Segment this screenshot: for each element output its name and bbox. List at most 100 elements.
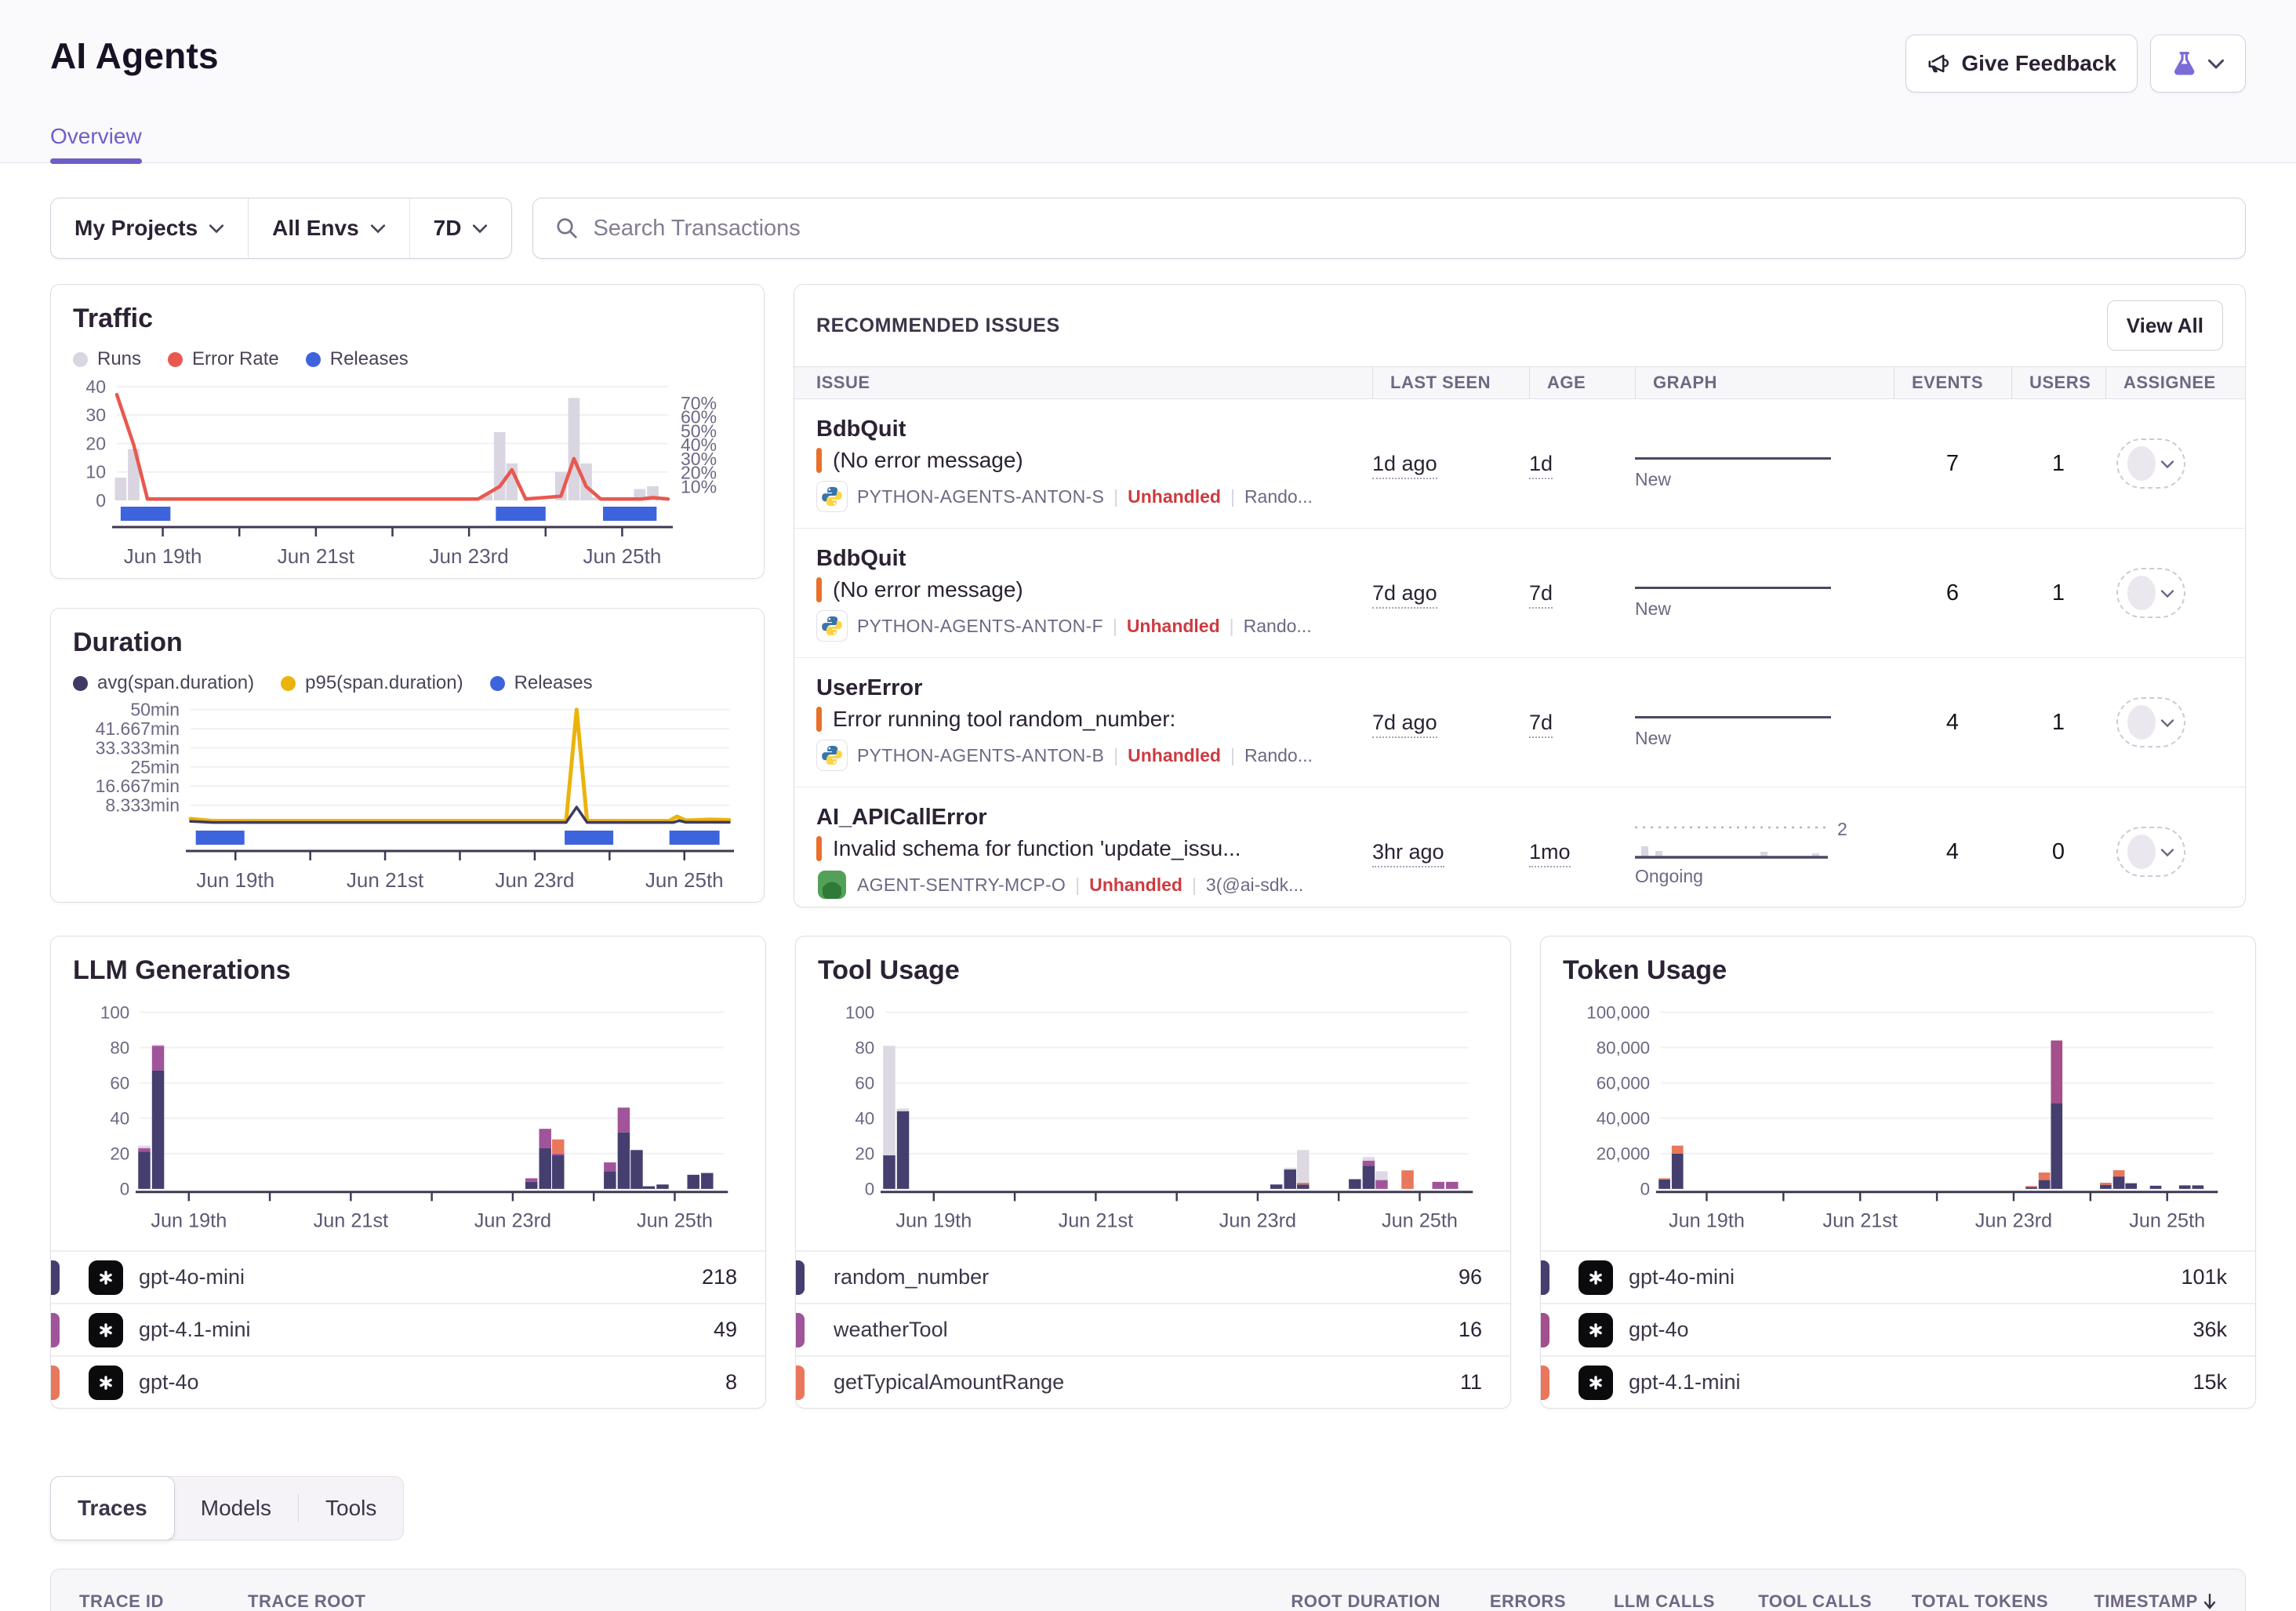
list-item[interactable]: gpt-4o8	[51, 1355, 765, 1408]
issue-level-bar	[816, 577, 822, 602]
sort-desc-icon[interactable]	[2203, 1593, 2217, 1610]
tab-tools[interactable]: Tools	[299, 1477, 403, 1540]
list-item-count: 8	[725, 1370, 737, 1395]
tab-models[interactable]: Models	[174, 1477, 298, 1540]
svg-text:25min: 25min	[130, 757, 180, 777]
svg-text:50min: 50min	[130, 700, 180, 720]
svg-text:40: 40	[855, 1109, 874, 1129]
svg-text:Jun 23rd: Jun 23rd	[474, 1209, 551, 1231]
list-item-name: getTypicalAmountRange	[834, 1370, 1064, 1395]
svg-text:8.333min: 8.333min	[105, 795, 180, 816]
issue-summary[interactable]: BdbQuit(No error message)PYTHON-AGENTS-A…	[816, 415, 1372, 512]
openai-icon	[89, 1366, 123, 1400]
svg-text:80,000: 80,000	[1597, 1038, 1650, 1057]
svg-text:20: 20	[85, 433, 106, 453]
duration-title: Duration	[73, 627, 742, 658]
issue-age[interactable]: 1mo	[1529, 840, 1571, 867]
search-transactions-bar[interactable]	[532, 198, 2246, 259]
legend-item[interactable]: p95(span.duration)	[281, 672, 463, 694]
issue-row[interactable]: AI_APICallErrorInvalid schema for functi…	[794, 787, 2245, 907]
list-item-count: 11	[1460, 1370, 1482, 1395]
list-item[interactable]: gpt-4o-mini218	[51, 1250, 765, 1303]
issues-column-users: USERS	[2011, 367, 2105, 398]
give-feedback-button[interactable]: Give Feedback	[1905, 35, 2138, 93]
issue-events-count: 7	[1894, 451, 2011, 477]
svg-text:Jun 23rd: Jun 23rd	[1975, 1209, 2052, 1231]
traffic-chart: 01020304010%20%30%40%50%60%70%Jun 19thJu…	[73, 370, 743, 568]
issue-graph-label: New	[1635, 469, 1862, 490]
issue-title: BdbQuit	[816, 415, 1372, 443]
page-header: AI Agents Give Feedback Overview	[0, 0, 2296, 163]
issue-summary[interactable]: BdbQuit(No error message)PYTHON-AGENTS-A…	[816, 544, 1372, 642]
list-item[interactable]: gpt-4o-mini101k	[1541, 1250, 2255, 1303]
tab-overview[interactable]: Overview	[50, 124, 142, 162]
list-item[interactable]: getTypicalAmountRange 11	[796, 1355, 1510, 1408]
issue-last-seen[interactable]: 7d ago	[1372, 581, 1437, 609]
issue-users-count: 1	[2011, 710, 2105, 736]
legend-item[interactable]: Releases	[306, 348, 409, 370]
issue-summary[interactable]: AI_APICallErrorInvalid schema for functi…	[816, 803, 1372, 900]
issue-events-count: 6	[1894, 580, 2011, 606]
list-item[interactable]: weatherTool16	[796, 1303, 1510, 1355]
issue-level-bar	[816, 707, 822, 732]
chevron-down-icon	[472, 223, 488, 234]
issue-row[interactable]: UserErrorError running tool random_numbe…	[794, 658, 2245, 787]
llm-generations-card: LLM Generations 020406080100Jun 19thJun …	[50, 936, 766, 1409]
issue-age[interactable]: 1d	[1529, 452, 1553, 479]
issue-summary[interactable]: UserErrorError running tool random_numbe…	[816, 674, 1372, 771]
token-usage-title: Token Usage	[1563, 955, 2233, 986]
openai-icon	[89, 1260, 123, 1295]
legend-label: p95(span.duration)	[305, 672, 463, 694]
projects-filter[interactable]: My Projects	[51, 198, 248, 258]
legend-item[interactable]: avg(span.duration)	[73, 672, 254, 694]
issue-assignee-selector[interactable]	[2116, 438, 2185, 489]
date-range-filter[interactable]: 7D	[409, 198, 512, 258]
list-item[interactable]: gpt-4o36k	[1541, 1303, 2255, 1355]
traces-models-tools-tabs: Traces Models Tools	[50, 1476, 404, 1540]
svg-text:Jun 25th: Jun 25th	[1382, 1209, 1458, 1231]
svg-text:Jun 25th: Jun 25th	[583, 544, 662, 568]
series-color-chip	[1541, 1366, 1549, 1400]
recommended-issues-title: RECOMMENDED ISSUES	[816, 315, 1060, 337]
legend-item[interactable]: Error Rate	[168, 348, 279, 370]
issue-assignee-selector[interactable]	[2116, 568, 2185, 618]
avatar	[2127, 705, 2156, 740]
list-item[interactable]: gpt-4.1-mini49	[51, 1303, 765, 1355]
list-item-count: 15k	[2192, 1370, 2227, 1395]
issue-message: (No error message)	[833, 448, 1023, 473]
issue-project-slug: PYTHON-AGENTS-ANTON-B	[857, 745, 1104, 766]
legend-label: avg(span.duration)	[97, 672, 254, 694]
chevron-down-icon	[2160, 588, 2174, 598]
svg-text:40: 40	[110, 1109, 129, 1129]
environments-filter[interactable]: All Envs	[248, 198, 409, 258]
lab-button[interactable]	[2150, 35, 2246, 93]
issue-last-seen[interactable]: 1d ago	[1372, 452, 1437, 479]
view-all-button[interactable]: View All	[2107, 300, 2223, 351]
tool-usage-chart: 020406080100Jun 19thJun 21stJun 23rdJun …	[818, 994, 1488, 1239]
search-input[interactable]	[593, 216, 2223, 242]
chevron-down-icon	[2207, 57, 2225, 70]
legend-item[interactable]: Runs	[73, 348, 141, 370]
issue-assignee-selector[interactable]	[2116, 827, 2185, 877]
python-project-icon	[816, 481, 848, 512]
issue-last-seen[interactable]: 3hr ago	[1372, 840, 1444, 867]
issue-age[interactable]: 7d	[1529, 581, 1553, 609]
svg-text:33.333min: 33.333min	[96, 737, 180, 758]
legend-item[interactable]: Releases	[490, 672, 593, 694]
issue-assignee-selector[interactable]	[2116, 697, 2185, 747]
issue-title: UserError	[816, 674, 1372, 702]
traces-column-root-duration: ROOT DURATION	[1260, 1591, 1440, 1611]
issue-message: (No error message)	[833, 577, 1023, 602]
issue-unhandled-tag: Unhandled	[1128, 486, 1221, 507]
list-item[interactable]: random_number96	[796, 1250, 1510, 1303]
issue-row[interactable]: BdbQuit(No error message)PYTHON-AGENTS-A…	[794, 529, 2245, 658]
tab-traces[interactable]: Traces	[50, 1476, 175, 1540]
issue-age[interactable]: 7d	[1529, 711, 1553, 738]
svg-text:Jun 19th: Jun 19th	[896, 1209, 972, 1231]
list-item[interactable]: gpt-4.1-mini15k	[1541, 1355, 2255, 1408]
issue-last-seen[interactable]: 7d ago	[1372, 711, 1437, 738]
svg-text:40: 40	[85, 376, 106, 397]
legend-label: Error Rate	[192, 348, 279, 370]
issue-row[interactable]: BdbQuit(No error message)PYTHON-AGENTS-A…	[794, 399, 2245, 529]
svg-text:Jun 19th: Jun 19th	[196, 868, 274, 892]
